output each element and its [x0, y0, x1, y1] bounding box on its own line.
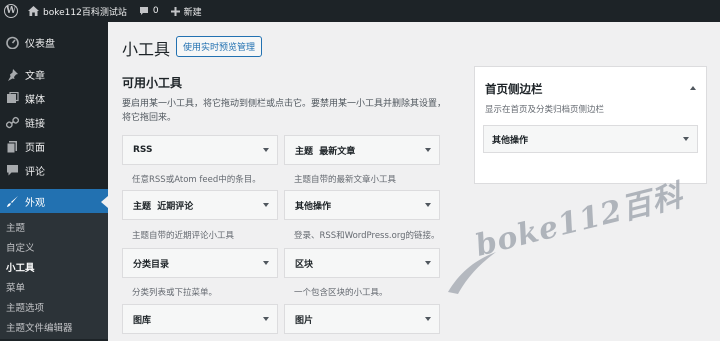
widget-description: 一个包含区块的小工具。: [294, 288, 388, 298]
widget-block[interactable]: 区块: [284, 248, 440, 278]
sidebar-item-posts[interactable]: 文章: [0, 62, 108, 86]
chevron-down-icon[interactable]: [425, 317, 431, 321]
sidebar-item-dashboard[interactable]: 仪表盘: [0, 30, 108, 54]
link-icon: [5, 115, 19, 129]
widget-description: 任意RSS或Atom feed中的条目。: [132, 175, 261, 185]
chevron-down-icon[interactable]: [683, 137, 689, 141]
sidebar-item-appearance[interactable]: 外观: [0, 189, 108, 213]
chevron-down-icon[interactable]: [425, 148, 431, 152]
sidebar-widget-meta[interactable]: 其他操作: [483, 125, 698, 153]
widget-title: 其他操作: [295, 201, 332, 212]
site-name-link[interactable]: boke112百科测试站: [22, 0, 133, 22]
sidebar-item-label: 链接: [25, 118, 45, 130]
submenu-item-themes[interactable]: 主题: [0, 217, 108, 237]
widget-description: 主题自带的最新文章小工具: [294, 175, 397, 185]
chevron-down-icon[interactable]: [263, 148, 269, 152]
widget-rss[interactable]: RSS: [122, 135, 278, 165]
submenu-item-widgets[interactable]: 小工具: [0, 257, 108, 277]
sidebar-item-comments[interactable]: 评论: [0, 158, 108, 182]
widget-categories[interactable]: 分类目录: [122, 248, 278, 278]
sidebar-item-media[interactable]: 媒体: [0, 86, 108, 110]
widget-description: 主题自带的近期评论小工具: [132, 231, 235, 241]
sidebar-area-description: 显示在首页及分类归档页侧边栏: [485, 105, 605, 115]
widget-title: 分类目录: [133, 259, 170, 270]
chevron-down-icon[interactable]: [263, 203, 269, 207]
chevron-down-icon[interactable]: [263, 261, 269, 265]
submenu-item-menus[interactable]: 菜单: [0, 277, 108, 297]
admin-bar: W boke112百科测试站 0 新建: [0, 0, 720, 22]
site-name: boke112百科测试站: [43, 7, 127, 18]
available-widgets-title: 可用小工具: [122, 76, 183, 90]
submenu-item-theme-options[interactable]: 主题选项: [0, 297, 108, 317]
chevron-up-icon[interactable]: [690, 86, 696, 90]
submenu-item-theme-file-editor[interactable]: 主题文件编辑器: [0, 317, 108, 337]
home-icon: [28, 6, 39, 16]
widget-title: 图库: [133, 315, 152, 326]
page-title: 小工具: [122, 40, 171, 59]
sidebar-item-label: 媒体: [25, 94, 45, 106]
submenu-item-customize[interactable]: 自定义: [0, 237, 108, 257]
sidebar-item-links[interactable]: 链接: [0, 110, 108, 134]
sidebar-item-label: 仪表盘: [25, 38, 55, 50]
media-icon: [5, 91, 19, 105]
comment-bubble-icon: [139, 6, 149, 16]
comment-icon: [5, 163, 19, 177]
sidebar-area-title[interactable]: 首页侧边栏: [485, 81, 543, 97]
widget-theme-latest-posts[interactable]: 主题 最新文章: [284, 135, 440, 165]
widget-description: 登录、RSS和WordPress.org的链接。: [294, 231, 440, 241]
sidebar-item-label: 评论: [25, 166, 45, 178]
widget-image[interactable]: 图片: [284, 304, 440, 334]
sidebar-item-pages[interactable]: 页面: [0, 134, 108, 158]
widget-gallery[interactable]: 图库: [122, 304, 278, 334]
sidebar-item-label: 文章: [25, 70, 45, 82]
pin-icon: [5, 67, 19, 81]
homepage-sidebar-area: 首页侧边栏 显示在首页及分类归档页侧边栏 其他操作: [474, 66, 707, 184]
widget-title: 其他操作: [492, 135, 529, 146]
comments-link[interactable]: 0: [133, 0, 165, 22]
chevron-down-icon[interactable]: [263, 317, 269, 321]
widget-title: 主题 最新文章: [295, 146, 356, 157]
widget-title: 图片: [295, 315, 314, 326]
widget-title: 区块: [295, 259, 314, 270]
new-label: 新建: [183, 7, 202, 18]
new-content-link[interactable]: 新建: [165, 0, 208, 22]
widget-description: 分类列表或下拉菜单。: [132, 288, 218, 298]
plus-icon: [170, 6, 180, 16]
widget-meta[interactable]: 其他操作: [284, 190, 440, 220]
sidebar-item-label: 外观: [25, 197, 45, 209]
brush-icon: [5, 194, 19, 208]
widget-title: 主题 近期评论: [133, 201, 194, 212]
live-preview-button[interactable]: 使用实时预览管理: [176, 36, 263, 57]
admin-sidebar: 仪表盘 文章 媒体 链接 页面 评论 外观 主题 自定义 小工具 菜单 主题选项…: [0, 22, 108, 341]
dashboard-icon: [5, 35, 19, 49]
chevron-down-icon[interactable]: [425, 261, 431, 265]
widget-theme-recent-comments[interactable]: 主题 近期评论: [122, 190, 278, 220]
widget-title: RSS: [133, 145, 153, 155]
available-widgets-description: 要启用某一小工具，将它拖动到侧栏或点击它。要禁用某一小工具并删除其设置，将它拖回…: [122, 99, 447, 123]
sidebar-item-label: 页面: [25, 142, 45, 154]
wordpress-logo-button[interactable]: W: [0, 0, 22, 22]
appearance-submenu: 主题 自定义 小工具 菜单 主题选项 主题文件编辑器: [0, 213, 108, 339]
main-content: 小工具 使用实时预览管理 可用小工具 要启用某一小工具，将它拖动到侧栏或点击它。…: [108, 22, 720, 341]
comments-count: 0: [152, 6, 159, 16]
chevron-down-icon[interactable]: [425, 203, 431, 207]
page-icon: [5, 139, 19, 153]
wordpress-logo-icon: W: [4, 4, 18, 18]
